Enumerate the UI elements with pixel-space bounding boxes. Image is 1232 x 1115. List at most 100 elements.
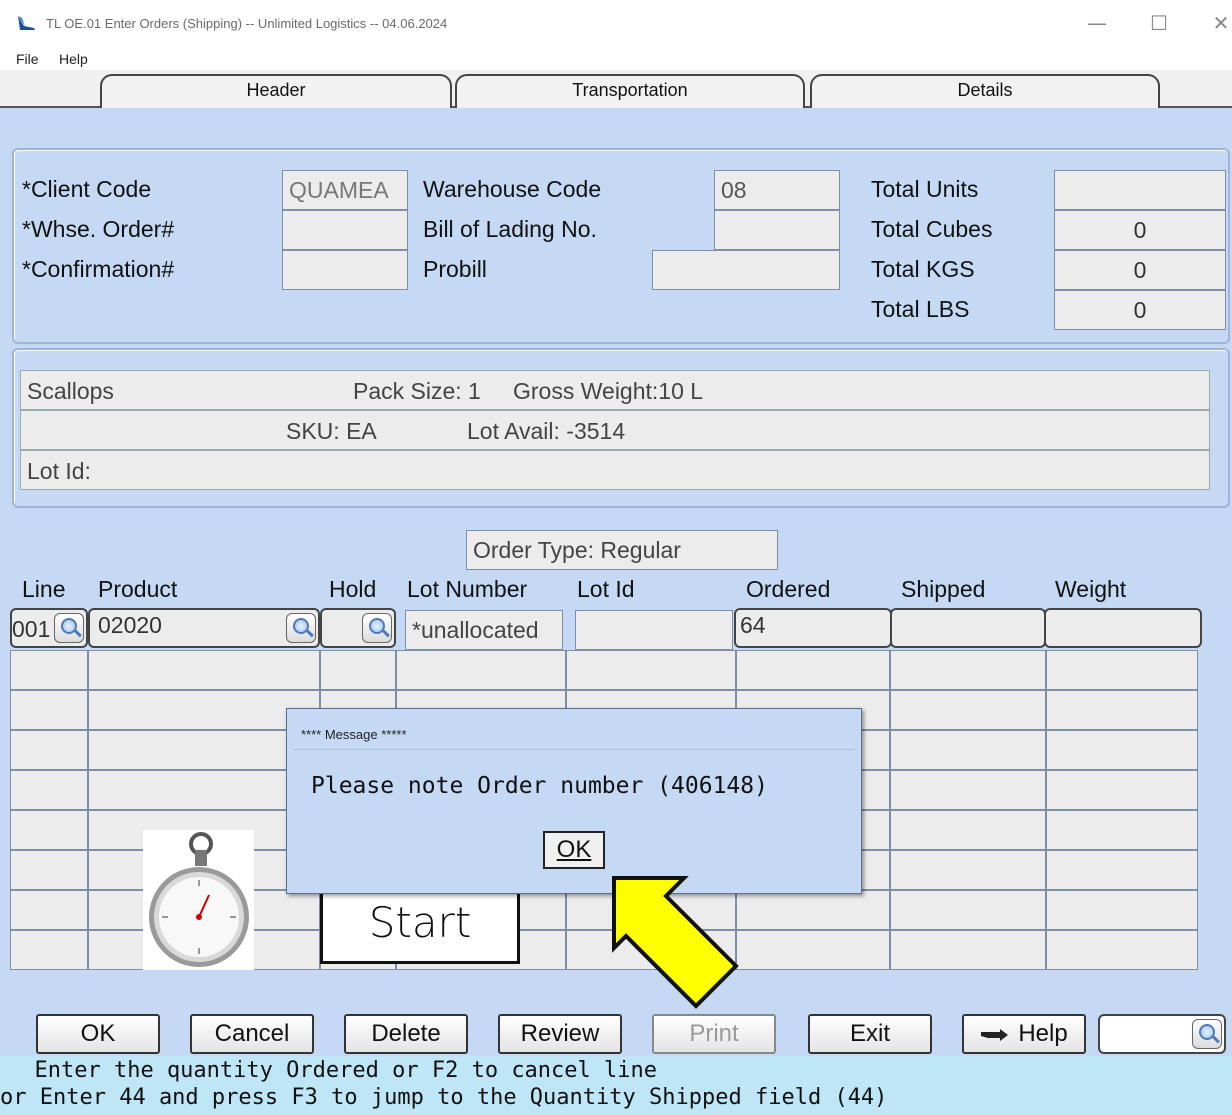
grid-cell[interactable] bbox=[890, 810, 1046, 850]
grid-cell[interactable] bbox=[890, 650, 1046, 690]
grid-cell[interactable] bbox=[566, 650, 736, 690]
delete-button[interactable]: Delete bbox=[344, 1014, 468, 1054]
maximize-button[interactable]: ☐ bbox=[1144, 10, 1174, 36]
probill-field[interactable] bbox=[652, 250, 840, 290]
grid-cell[interactable] bbox=[1046, 770, 1198, 810]
col-lot-id: Lot Id bbox=[577, 576, 635, 602]
hold-lookup-icon[interactable] bbox=[362, 613, 392, 643]
menu-help[interactable]: Help bbox=[59, 51, 88, 67]
grid-cell[interactable] bbox=[890, 730, 1046, 770]
warehouse-code-field[interactable]: 08 bbox=[714, 170, 840, 210]
delete-button-label: Delete bbox=[371, 1020, 441, 1047]
grid-cell[interactable] bbox=[10, 690, 88, 730]
total-cubes-label: Total Cubes bbox=[871, 216, 993, 242]
ok-button[interactable]: OK bbox=[36, 1014, 160, 1054]
quick-search-icon[interactable] bbox=[1192, 1019, 1222, 1049]
grid-cell[interactable] bbox=[320, 650, 396, 690]
product-lookup-icon[interactable] bbox=[286, 613, 316, 643]
product-info-row-3: Lot Id: bbox=[20, 450, 1210, 490]
product-name: Scallops bbox=[27, 378, 114, 404]
pointing-hand-icon bbox=[981, 1028, 1009, 1041]
minimize-button[interactable]: — bbox=[1082, 10, 1112, 36]
whse-order-field[interactable] bbox=[282, 210, 408, 250]
grid-cell[interactable] bbox=[10, 650, 88, 690]
bill-of-lading-field[interactable] bbox=[714, 210, 840, 250]
sku: SKU: EA bbox=[286, 418, 377, 444]
client-code-field[interactable]: QUAMEA bbox=[282, 170, 408, 210]
status-line-2: or Enter 44 and press F3 to jump to the … bbox=[0, 1085, 888, 1110]
whse-order-label: *Whse. Order# bbox=[22, 216, 175, 242]
tab-header[interactable]: Header bbox=[100, 74, 452, 108]
print-button-label: Print bbox=[689, 1020, 739, 1047]
product-info-row-1: Scallops Pack Size: 1 Gross Weight:10 L bbox=[20, 370, 1210, 410]
total-lbs-field: 0 bbox=[1054, 290, 1226, 330]
confirmation-label: *Confirmation# bbox=[22, 256, 175, 282]
cancel-button-label: Cancel bbox=[214, 1020, 290, 1047]
grid-cell[interactable] bbox=[890, 930, 1046, 970]
cancel-button[interactable]: Cancel bbox=[190, 1014, 314, 1054]
help-button[interactable]: Help bbox=[962, 1014, 1086, 1054]
print-button: Print bbox=[652, 1014, 776, 1054]
grid-cell[interactable] bbox=[1046, 650, 1198, 690]
tab-strip: Header Transportation Details bbox=[0, 70, 1232, 108]
grid-cell[interactable] bbox=[88, 650, 320, 690]
confirmation-field[interactable] bbox=[282, 250, 408, 290]
grid-cell[interactable] bbox=[1046, 730, 1198, 770]
message-dialog: **** Message ***** Please note Order num… bbox=[286, 708, 862, 894]
grid-cell[interactable] bbox=[890, 850, 1046, 890]
grid-cell[interactable] bbox=[1046, 850, 1198, 890]
col-hold: Hold bbox=[329, 576, 377, 602]
total-kgs-field: 0 bbox=[1054, 250, 1226, 290]
review-button[interactable]: Review bbox=[498, 1014, 622, 1054]
grid-cell[interactable] bbox=[10, 930, 88, 970]
close-button[interactable]: ✕ bbox=[1206, 10, 1232, 36]
dialog-title: **** Message ***** bbox=[301, 727, 407, 742]
grid-cell[interactable] bbox=[1046, 690, 1198, 730]
warehouse-code-label: Warehouse Code bbox=[423, 176, 602, 202]
grid-cell[interactable] bbox=[1046, 930, 1198, 970]
shipped-cell[interactable] bbox=[890, 608, 1046, 648]
dialog-message: Please note Order number (406148) bbox=[311, 773, 768, 799]
status-line-1: Enter the quantity Ordered or F2 to canc… bbox=[8, 1058, 658, 1083]
product-info-row-2: SKU: EA Lot Avail: -3514 bbox=[20, 410, 1210, 450]
grid-cell[interactable] bbox=[1046, 890, 1198, 930]
line-value: 001 bbox=[12, 616, 51, 642]
order-type-field: Order Type: Regular bbox=[466, 530, 778, 570]
lot-avail: Lot Avail: -3514 bbox=[467, 418, 626, 444]
lot-number-field[interactable]: *unallocated bbox=[405, 610, 563, 650]
line-lookup-icon[interactable] bbox=[54, 613, 84, 643]
grid-cell[interactable] bbox=[736, 650, 890, 690]
client-code-label: *Client Code bbox=[22, 176, 152, 202]
grid-cell[interactable] bbox=[890, 770, 1046, 810]
grid-cell[interactable] bbox=[10, 890, 88, 930]
lot-id-field[interactable] bbox=[575, 610, 733, 650]
total-units-label: Total Units bbox=[871, 176, 979, 202]
menu-bar: File Help bbox=[0, 46, 1232, 70]
total-cubes-field: 0 bbox=[1054, 210, 1226, 250]
tab-details[interactable]: Details bbox=[810, 74, 1160, 108]
grid-cell[interactable] bbox=[10, 810, 88, 850]
grid-cell[interactable] bbox=[396, 650, 566, 690]
dialog-ok-button[interactable]: OK bbox=[543, 831, 605, 869]
grid-cell[interactable] bbox=[1046, 810, 1198, 850]
grid-cell[interactable] bbox=[10, 730, 88, 770]
stopwatch-icon bbox=[143, 830, 254, 970]
total-units-field bbox=[1054, 170, 1226, 210]
status-bar: Enter the quantity Ordered or F2 to canc… bbox=[0, 1056, 1232, 1115]
weight-cell[interactable] bbox=[1044, 608, 1202, 648]
grid-cell[interactable] bbox=[890, 690, 1046, 730]
probill-label: Probill bbox=[423, 256, 487, 282]
grid-cell[interactable] bbox=[890, 890, 1046, 930]
tab-transportation[interactable]: Transportation bbox=[455, 74, 805, 108]
grid-cell[interactable] bbox=[10, 850, 88, 890]
exit-button[interactable]: Exit bbox=[808, 1014, 932, 1054]
app-window: TL OE.01 Enter Orders (Shipping) -- Unli… bbox=[0, 0, 1232, 1115]
review-button-label: Review bbox=[520, 1020, 600, 1047]
menu-file[interactable]: File bbox=[16, 51, 39, 67]
col-lot-number: Lot Number bbox=[407, 576, 528, 602]
col-ordered: Ordered bbox=[746, 576, 831, 602]
header-fields-panel bbox=[12, 148, 1230, 344]
col-line: Line bbox=[22, 576, 66, 602]
grid-cell[interactable] bbox=[10, 770, 88, 810]
lot-id-info: Lot Id: bbox=[27, 458, 91, 484]
